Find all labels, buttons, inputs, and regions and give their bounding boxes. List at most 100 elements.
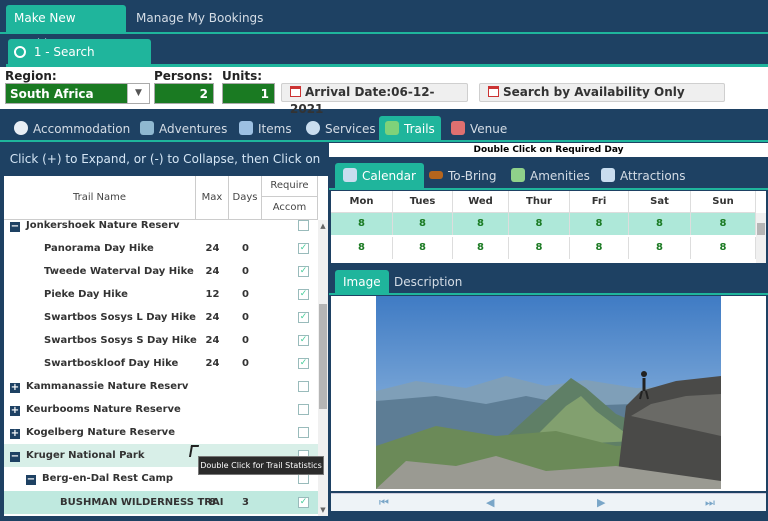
calendar-day-cell[interactable]: 8	[629, 237, 691, 259]
suitcase-icon	[429, 171, 443, 179]
calendar-day-cell[interactable]: 8	[509, 213, 570, 235]
table-row[interactable]: + Kogelberg Nature Reserve	[4, 421, 318, 444]
tab-adventures[interactable]: Adventures	[140, 116, 227, 142]
calendar-day-cell[interactable]: 8	[691, 213, 756, 235]
require-accom-checkbox[interactable]	[298, 381, 309, 392]
expand-icon[interactable]: +	[10, 429, 20, 439]
tab-amenities-label: Amenities	[530, 169, 590, 183]
require-accom-checkbox[interactable]	[298, 427, 309, 438]
table-row[interactable]: Swartboskloof Day Hike 24 0 ✓	[4, 352, 318, 375]
arrival-date-button[interactable]: Arrival Date:06-12-2021	[281, 83, 468, 116]
table-row[interactable]: BUSHMAN WILDERNESS TRAI 8 3 ✓	[4, 491, 318, 514]
trail-photo	[376, 296, 721, 489]
table-row[interactable]: Swartbos Sosys S Day Hike 24 0 ✓	[4, 329, 318, 352]
calendar-day-cell[interactable]: 8	[570, 237, 629, 259]
row-days: 3	[242, 497, 249, 508]
prev-image-icon[interactable]: ◀	[486, 495, 494, 511]
last-image-icon[interactable]: ⏭	[705, 495, 715, 511]
require-accom-checkbox[interactable]: ✓	[298, 266, 309, 277]
calendar-icon	[290, 86, 301, 97]
table-row[interactable]: Swartbos Sosys L Day Hike 24 0 ✓	[4, 306, 318, 329]
require-accom-checkbox[interactable]: ✓	[298, 289, 309, 300]
collapse-icon[interactable]: −	[26, 475, 36, 485]
persons-label: Persons:	[154, 69, 213, 83]
calendar-scrollbar[interactable]	[756, 213, 766, 263]
scroll-down-icon[interactable]: ▼	[318, 506, 328, 514]
table-row[interactable]: + Keurbooms Nature Reserve	[4, 398, 318, 421]
tab-trails[interactable]: Trails	[379, 116, 441, 142]
table-row[interactable]: + Kammanassie Nature Reserv	[4, 375, 318, 398]
tab-search-availability[interactable]: 1 - Search Availablity	[8, 39, 151, 85]
scroll-up-icon[interactable]: ▲	[318, 222, 328, 230]
region-select[interactable]: South Africa ▼	[5, 83, 150, 104]
tab-to-bring[interactable]: To-Bring	[429, 163, 496, 190]
tab-accommodation[interactable]: Accommodation	[14, 116, 130, 142]
expand-icon[interactable]: +	[10, 383, 20, 393]
require-accom-checkbox[interactable]: ✓	[298, 497, 309, 508]
table-row[interactable]: − Jonkershoek Nature Reserv	[4, 214, 318, 237]
row-name: Swartboskloof Day Hike	[44, 358, 179, 369]
arrival-date-label: Arrival Date:06-12-2021	[290, 85, 435, 116]
first-image-icon[interactable]: ⏮	[379, 495, 389, 511]
detail-tab-bar: Calendar To-Bring Amenities Attractions	[329, 160, 768, 190]
tab-calendar[interactable]: Calendar	[335, 163, 424, 190]
row-days: 0	[242, 243, 249, 254]
row-days: 0	[242, 266, 249, 277]
calendar-day-cell[interactable]: 8	[331, 237, 393, 259]
row-name: Keurbooms Nature Reserve	[26, 404, 181, 415]
next-image-icon[interactable]: ▶	[597, 495, 605, 511]
scrollbar-thumb[interactable]	[319, 304, 327, 409]
tab-make-new-booking[interactable]: Make New Booking	[6, 5, 126, 51]
search-availability-button[interactable]: Search by Availability Only	[479, 83, 725, 102]
scrollbar-thumb[interactable]	[757, 223, 765, 235]
collapse-icon[interactable]: −	[10, 452, 20, 462]
row-name: Berg-en-Dal Rest Camp	[42, 473, 174, 484]
tab-amenities[interactable]: Amenities	[511, 163, 590, 190]
row-max: 12	[205, 289, 220, 300]
require-accom-checkbox[interactable]: ✓	[298, 335, 309, 346]
calendar-day-cell[interactable]: 8	[453, 237, 509, 259]
calendar-day-cell[interactable]: 8	[509, 237, 570, 259]
chevron-down-icon[interactable]: ▼	[127, 84, 149, 103]
require-accom-checkbox[interactable]	[298, 404, 309, 415]
tab-manage-my-bookings[interactable]: Manage My Bookings	[128, 5, 271, 33]
persons-input[interactable]: 2	[154, 83, 214, 104]
calendar-day-cell[interactable]: 8	[393, 237, 453, 259]
row-name: Swartbos Sosys S Day Hike	[44, 335, 197, 346]
house-icon	[14, 121, 28, 135]
tab-adventures-label: Adventures	[159, 122, 228, 136]
table-row[interactable]: Panorama Day Hike 24 0 ✓	[4, 237, 318, 260]
hiker-icon	[385, 121, 399, 135]
tab-venue[interactable]: Venue	[451, 116, 507, 142]
calendar-icon	[343, 168, 357, 182]
day-header: Thur	[509, 191, 570, 213]
calendar-day-cell[interactable]: 8	[453, 213, 509, 235]
calendar-day-cell[interactable]: 8	[331, 213, 393, 235]
calendar-day-cell[interactable]: 8	[691, 237, 756, 259]
double-click-hint: Double Click on Required Day	[329, 143, 768, 157]
adventure-icon	[140, 121, 154, 135]
tab-description[interactable]: Description	[394, 270, 462, 295]
venue-icon	[451, 121, 465, 135]
tab-services[interactable]: Services	[306, 116, 376, 142]
top-tab-bar: Make New Booking Manage My Bookings	[0, 0, 768, 51]
calendar-day-cell[interactable]: 8	[570, 213, 629, 235]
row-max: 24	[205, 266, 220, 277]
collapse-icon[interactable]: −	[10, 222, 20, 232]
table-row[interactable]: Tweede Waterval Day Hike 24 0 ✓	[4, 260, 318, 283]
units-input[interactable]: 1	[222, 83, 275, 104]
require-accom-checkbox[interactable]: ✓	[298, 312, 309, 323]
require-accom-checkbox[interactable]: ✓	[298, 243, 309, 254]
require-accom-checkbox[interactable]: ✓	[298, 358, 309, 369]
require-accom-checkbox[interactable]	[298, 220, 309, 231]
tab-services-label: Services	[325, 122, 376, 136]
tab-items[interactable]: Items	[239, 116, 292, 142]
binoculars-icon	[601, 168, 615, 182]
tab-attractions[interactable]: Attractions	[601, 163, 686, 190]
tab-image[interactable]: Image	[335, 270, 389, 295]
calendar-day-cell[interactable]: 8	[629, 213, 691, 235]
calendar-day-cell[interactable]: 8	[393, 213, 453, 235]
table-row[interactable]: Pieke Day Hike 12 0 ✓	[4, 283, 318, 306]
expand-icon[interactable]: +	[10, 406, 20, 416]
category-tab-bar: Accommodation Adventures Items Services …	[0, 114, 768, 142]
